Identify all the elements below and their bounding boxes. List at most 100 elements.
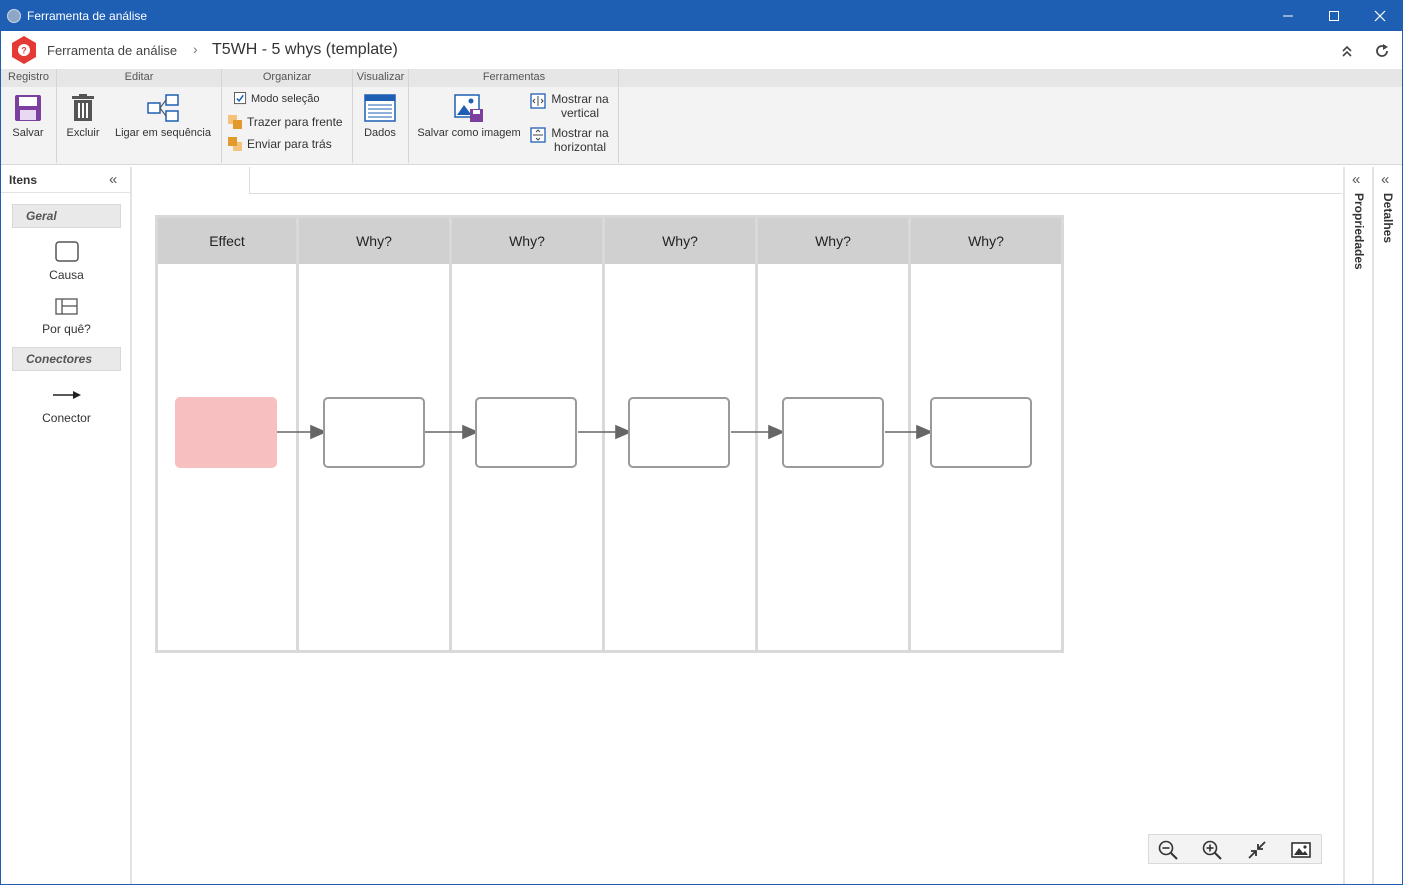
divider bbox=[618, 69, 619, 163]
horizontal-layout-icon bbox=[530, 127, 546, 143]
why-node-4[interactable] bbox=[782, 397, 884, 468]
window-title: Ferramenta de análise bbox=[27, 9, 148, 23]
app-icon bbox=[7, 9, 21, 23]
why-node-1[interactable] bbox=[323, 397, 425, 468]
selection-mode-label: Modo seleção bbox=[251, 92, 320, 105]
expand-properties-icon[interactable]: « bbox=[1352, 171, 1360, 188]
svg-text:?: ? bbox=[21, 46, 27, 56]
palette-item-causa-label: Causa bbox=[49, 268, 84, 282]
section-geral[interactable]: Geral bbox=[12, 204, 121, 228]
group-label-editar: Editar bbox=[124, 71, 154, 83]
zoom-out-icon[interactable] bbox=[1157, 839, 1179, 861]
checkbox-checked-icon bbox=[234, 92, 247, 105]
canvas-tab-strip bbox=[134, 167, 1342, 194]
send-to-back-button[interactable]: Enviar para trás bbox=[227, 136, 332, 152]
palette-item-porque-label: Por quê? bbox=[42, 322, 91, 336]
details-panel-label[interactable]: Detalhes bbox=[1381, 193, 1395, 243]
link-sequence-label: Ligar em sequência bbox=[114, 127, 211, 139]
data-label: Dados bbox=[364, 127, 396, 139]
effect-node[interactable] bbox=[175, 397, 277, 468]
diagram-canvas[interactable]: Effect Why? Why? Why? Why? Why? bbox=[134, 167, 1342, 884]
title-bar: Ferramenta de análise bbox=[1, 1, 1402, 31]
properties-panel-label[interactable]: Propriedades bbox=[1352, 193, 1366, 270]
items-panel-header: Itens « bbox=[1, 167, 130, 193]
maximize-button[interactable] bbox=[1311, 1, 1357, 31]
vertical-layout-icon bbox=[530, 93, 546, 109]
palette-item-porque[interactable]: Por quê? bbox=[12, 298, 121, 336]
show-vertical-label-2: vertical bbox=[560, 106, 599, 120]
close-icon bbox=[1374, 10, 1386, 22]
send-to-back-label: Enviar para trás bbox=[247, 137, 332, 151]
close-button[interactable] bbox=[1357, 1, 1402, 31]
collapse-left-panel-icon[interactable]: « bbox=[109, 171, 117, 188]
collapse-header-button[interactable] bbox=[1337, 41, 1357, 61]
group-label-ferramentas: Ferramentas bbox=[482, 71, 546, 83]
why-node-2[interactable] bbox=[475, 397, 577, 468]
fit-to-screen-icon[interactable] bbox=[1246, 839, 1268, 861]
group-label-organizar: Organizar bbox=[262, 71, 312, 83]
canvas-tab[interactable] bbox=[134, 167, 250, 194]
breadcrumb[interactable]: Ferramenta de análise bbox=[47, 43, 177, 58]
show-vertical-label-1: Mostrar na bbox=[551, 92, 609, 106]
send-to-back-icon bbox=[228, 137, 242, 151]
zoom-in-icon[interactable] bbox=[1201, 839, 1223, 861]
delete-button[interactable]: Excluir bbox=[61, 93, 105, 139]
items-panel-title: Itens bbox=[9, 173, 38, 187]
minimize-icon bbox=[1283, 15, 1293, 17]
group-label-visualizar: Visualizar bbox=[356, 71, 405, 83]
refresh-icon bbox=[1376, 44, 1388, 57]
why-node-3[interactable] bbox=[628, 397, 730, 468]
save-icon bbox=[15, 95, 41, 121]
link-sequence-icon bbox=[147, 94, 179, 122]
save-as-image-button[interactable]: Salvar como imagem bbox=[415, 93, 523, 139]
show-horizontal-label-2: horizontal bbox=[553, 140, 607, 154]
save-image-icon bbox=[454, 94, 483, 122]
five-whys-diagram[interactable]: Effect Why? Why? Why? Why? Why? bbox=[155, 215, 1064, 653]
minimize-button[interactable] bbox=[1265, 1, 1311, 31]
double-chevron-up-icon bbox=[1342, 45, 1352, 57]
properties-panel[interactable]: « Propriedades bbox=[1343, 167, 1372, 884]
selection-mode-checkbox[interactable]: Modo seleção bbox=[234, 92, 320, 105]
delete-label: Excluir bbox=[66, 127, 100, 139]
data-button[interactable]: Dados bbox=[359, 93, 401, 139]
trash-icon bbox=[72, 94, 94, 121]
connector-arrows bbox=[277, 424, 934, 440]
data-table-icon bbox=[364, 94, 396, 122]
save-label: Salvar bbox=[12, 127, 44, 139]
divider bbox=[221, 69, 222, 163]
expand-details-icon[interactable]: « bbox=[1381, 171, 1389, 188]
palette-item-causa[interactable]: Causa bbox=[12, 241, 121, 282]
save-button[interactable]: Salvar bbox=[5, 93, 51, 139]
save-as-image-label: Salvar como imagem bbox=[417, 127, 521, 139]
bring-to-front-label: Trazer para frente bbox=[247, 115, 343, 129]
details-panel[interactable]: « Detalhes bbox=[1372, 167, 1402, 884]
export-image-icon[interactable] bbox=[1290, 839, 1312, 861]
page-title: T5WH - 5 whys (template) bbox=[212, 41, 398, 58]
divider bbox=[408, 69, 409, 163]
section-conectores[interactable]: Conectores bbox=[12, 347, 121, 371]
group-label-registro: Registro bbox=[8, 71, 49, 83]
show-vertical-button[interactable]: Mostrar na vertical bbox=[530, 91, 614, 123]
arrow-right-icon bbox=[52, 391, 81, 399]
lane-table-icon bbox=[54, 298, 78, 315]
palette-item-conector[interactable]: Conector bbox=[12, 388, 121, 425]
divider bbox=[352, 69, 353, 163]
breadcrumb-separator-icon: › bbox=[193, 41, 198, 57]
bring-to-front-icon bbox=[228, 115, 242, 129]
zoom-toolbar bbox=[1148, 834, 1322, 864]
show-horizontal-button[interactable]: Mostrar na horizontal bbox=[530, 125, 614, 157]
rectangle-icon bbox=[54, 241, 79, 262]
header: ? Ferramenta de análise › T5WH - 5 whys … bbox=[1, 31, 1402, 69]
divider bbox=[56, 69, 57, 163]
maximize-icon bbox=[1329, 11, 1339, 21]
items-panel: Itens « Geral Causa Por quê? Conectores … bbox=[1, 167, 132, 884]
refresh-button[interactable] bbox=[1372, 41, 1392, 61]
show-horizontal-label-1: Mostrar na bbox=[551, 126, 609, 140]
palette-item-conector-label: Conector bbox=[42, 411, 91, 425]
app-window: Ferramenta de análise ? Ferramenta de an… bbox=[0, 0, 1403, 885]
app-logo-icon: ? bbox=[12, 36, 36, 64]
why-node-5[interactable] bbox=[930, 397, 1032, 468]
bring-to-front-button[interactable]: Trazer para frente bbox=[227, 114, 343, 130]
ribbon: Registro Editar Organizar Visualizar Fer… bbox=[1, 69, 1402, 165]
link-sequence-button[interactable]: Ligar em sequência bbox=[112, 93, 214, 139]
